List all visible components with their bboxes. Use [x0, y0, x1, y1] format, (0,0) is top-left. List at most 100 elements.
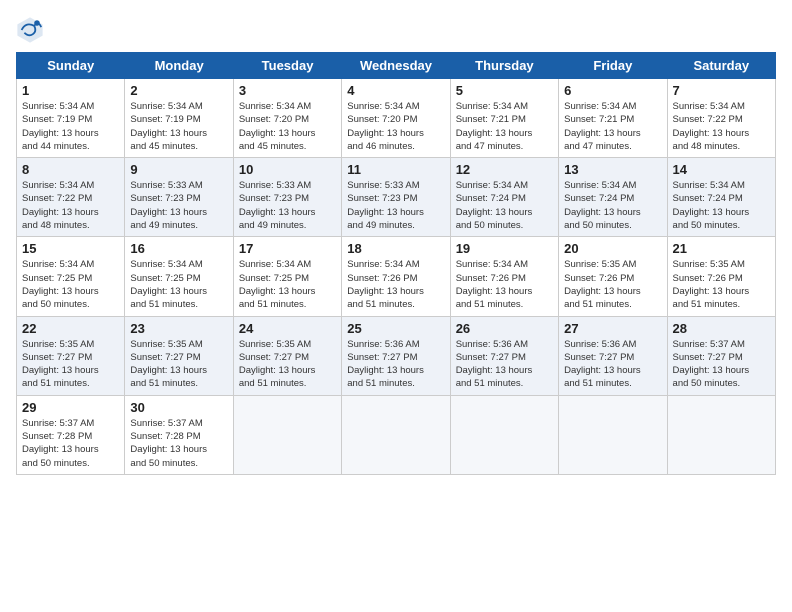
calendar-table: SundayMondayTuesdayWednesdayThursdayFrid… [16, 52, 776, 475]
calendar-day-cell: 8 Sunrise: 5:34 AM Sunset: 7:22 PM Daylig… [17, 158, 125, 237]
day-info: Sunrise: 5:34 AM Sunset: 7:21 PM Dayligh… [456, 100, 553, 153]
calendar-day-cell: 29Sunrise: 5:37 AM Sunset: 7:28 PM Dayli… [17, 395, 125, 474]
calendar-empty-cell [559, 395, 667, 474]
day-info: Sunrise: 5:35 AM Sunset: 7:26 PM Dayligh… [673, 258, 770, 311]
calendar-day-cell: 24 Sunrise: 5:35 AM Sunset: 7:27 PM Dayli… [233, 316, 341, 395]
weekday-header-tuesday: Tuesday [233, 53, 341, 79]
calendar-day-cell: 16 Sunrise: 5:34 AM Sunset: 7:25 PM Dayli… [125, 237, 233, 316]
page-header [16, 16, 776, 44]
calendar-body: 1 Sunrise: 5:34 AM Sunset: 7:19 PM Daylig… [17, 79, 776, 475]
day-info: Sunrise: 5:34 AM Sunset: 7:22 PM Dayligh… [22, 179, 119, 232]
calendar-week-row: 8 Sunrise: 5:34 AM Sunset: 7:22 PM Daylig… [17, 158, 776, 237]
day-info: Sunrise: 5:37 AM Sunset: 7:27 PM Dayligh… [673, 338, 770, 391]
calendar-day-cell: 3Sunrise: 5:34 AM Sunset: 7:20 PM Daylig… [233, 79, 341, 158]
calendar-week-row: 15 Sunrise: 5:34 AM Sunset: 7:25 PM Dayli… [17, 237, 776, 316]
day-number: 11 [347, 162, 444, 177]
day-info: Sunrise: 5:34 AM Sunset: 7:21 PM Dayligh… [564, 100, 661, 153]
day-number: 16 [130, 241, 227, 256]
calendar-day-cell: 1 Sunrise: 5:34 AM Sunset: 7:19 PM Daylig… [17, 79, 125, 158]
calendar-day-cell: 14 Sunrise: 5:34 AM Sunset: 7:24 PM Dayli… [667, 158, 775, 237]
day-number: 22 [22, 321, 119, 336]
calendar-day-cell: 18 Sunrise: 5:34 AM Sunset: 7:26 PM Dayli… [342, 237, 450, 316]
day-info: Sunrise: 5:35 AM Sunset: 7:26 PM Dayligh… [564, 258, 661, 311]
calendar-day-cell: 11 Sunrise: 5:33 AM Sunset: 7:23 PM Dayli… [342, 158, 450, 237]
day-info: Sunrise: 5:37 AM Sunset: 7:28 PM Dayligh… [130, 417, 227, 470]
day-number: 15 [22, 241, 119, 256]
calendar-day-cell: 2 Sunrise: 5:34 AM Sunset: 7:19 PM Daylig… [125, 79, 233, 158]
day-number: 19 [456, 241, 553, 256]
day-info: Sunrise: 5:33 AM Sunset: 7:23 PM Dayligh… [239, 179, 336, 232]
calendar-day-cell: 7 Sunrise: 5:34 AM Sunset: 7:22 PM Daylig… [667, 79, 775, 158]
day-number: 21 [673, 241, 770, 256]
weekday-header-friday: Friday [559, 53, 667, 79]
calendar-week-row: 22 Sunrise: 5:35 AM Sunset: 7:27 PM Dayli… [17, 316, 776, 395]
weekday-header-saturday: Saturday [667, 53, 775, 79]
calendar-empty-cell [233, 395, 341, 474]
day-number: 13 [564, 162, 661, 177]
calendar-week-row: 1 Sunrise: 5:34 AM Sunset: 7:19 PM Daylig… [17, 79, 776, 158]
day-number: 9 [130, 162, 227, 177]
day-info: Sunrise: 5:35 AM Sunset: 7:27 PM Dayligh… [239, 338, 336, 391]
calendar-day-cell: 22 Sunrise: 5:35 AM Sunset: 7:27 PM Dayli… [17, 316, 125, 395]
day-info: Sunrise: 5:34 AM Sunset: 7:19 PM Dayligh… [130, 100, 227, 153]
day-info: Sunrise: 5:34 AM Sunset: 7:22 PM Dayligh… [673, 100, 770, 153]
calendar-day-cell: 27 Sunrise: 5:36 AM Sunset: 7:27 PM Dayli… [559, 316, 667, 395]
day-info: Sunrise: 5:34 AM Sunset: 7:24 PM Dayligh… [564, 179, 661, 232]
weekday-header-sunday: Sunday [17, 53, 125, 79]
day-info: Sunrise: 5:35 AM Sunset: 7:27 PM Dayligh… [130, 338, 227, 391]
calendar-day-cell: 20 Sunrise: 5:35 AM Sunset: 7:26 PM Dayli… [559, 237, 667, 316]
calendar-empty-cell [342, 395, 450, 474]
day-info: Sunrise: 5:34 AM Sunset: 7:24 PM Dayligh… [456, 179, 553, 232]
calendar-day-cell: 10 Sunrise: 5:33 AM Sunset: 7:23 PM Dayli… [233, 158, 341, 237]
day-info: Sunrise: 5:34 AM Sunset: 7:20 PM Dayligh… [239, 100, 336, 153]
calendar-day-cell: 30 Sunrise: 5:37 AM Sunset: 7:28 PM Dayli… [125, 395, 233, 474]
day-info: Sunrise: 5:34 AM Sunset: 7:20 PM Dayligh… [347, 100, 444, 153]
day-number: 26 [456, 321, 553, 336]
day-number: 12 [456, 162, 553, 177]
day-info: Sunrise: 5:36 AM Sunset: 7:27 PM Dayligh… [347, 338, 444, 391]
day-number: 30 [130, 400, 227, 415]
day-info: Sunrise: 5:34 AM Sunset: 7:26 PM Dayligh… [456, 258, 553, 311]
calendar-day-cell: 13 Sunrise: 5:34 AM Sunset: 7:24 PM Dayli… [559, 158, 667, 237]
calendar-day-cell: 26 Sunrise: 5:36 AM Sunset: 7:27 PM Dayli… [450, 316, 558, 395]
calendar-day-cell: 17 Sunrise: 5:34 AM Sunset: 7:25 PM Dayli… [233, 237, 341, 316]
weekday-header-monday: Monday [125, 53, 233, 79]
day-number: 4 [347, 83, 444, 98]
day-number: 24 [239, 321, 336, 336]
day-info: Sunrise: 5:34 AM Sunset: 7:24 PM Dayligh… [673, 179, 770, 232]
day-number: 27 [564, 321, 661, 336]
day-number: 2 [130, 83, 227, 98]
day-number: 8 [22, 162, 119, 177]
day-info: Sunrise: 5:33 AM Sunset: 7:23 PM Dayligh… [347, 179, 444, 232]
calendar-day-cell: 21 Sunrise: 5:35 AM Sunset: 7:26 PM Dayli… [667, 237, 775, 316]
day-number: 14 [673, 162, 770, 177]
day-number: 17 [239, 241, 336, 256]
day-number: 18 [347, 241, 444, 256]
calendar-day-cell: 15Sunrise: 5:34 AM Sunset: 7:25 PM Dayli… [17, 237, 125, 316]
day-info: Sunrise: 5:34 AM Sunset: 7:26 PM Dayligh… [347, 258, 444, 311]
day-number: 7 [673, 83, 770, 98]
calendar-day-cell: 9Sunrise: 5:33 AM Sunset: 7:23 PM Daylig… [125, 158, 233, 237]
calendar-empty-cell [667, 395, 775, 474]
calendar-day-cell: 12 Sunrise: 5:34 AM Sunset: 7:24 PM Dayli… [450, 158, 558, 237]
day-number: 10 [239, 162, 336, 177]
day-number: 1 [22, 83, 119, 98]
day-info: Sunrise: 5:34 AM Sunset: 7:25 PM Dayligh… [130, 258, 227, 311]
day-number: 20 [564, 241, 661, 256]
logo [16, 16, 46, 44]
day-info: Sunrise: 5:37 AM Sunset: 7:28 PM Dayligh… [22, 417, 119, 470]
day-info: Sunrise: 5:34 AM Sunset: 7:19 PM Dayligh… [22, 100, 119, 153]
weekday-header-thursday: Thursday [450, 53, 558, 79]
calendar-day-cell: 28 Sunrise: 5:37 AM Sunset: 7:27 PM Dayli… [667, 316, 775, 395]
day-number: 25 [347, 321, 444, 336]
day-number: 6 [564, 83, 661, 98]
day-number: 5 [456, 83, 553, 98]
day-number: 28 [673, 321, 770, 336]
day-info: Sunrise: 5:36 AM Sunset: 7:27 PM Dayligh… [456, 338, 553, 391]
day-info: Sunrise: 5:36 AM Sunset: 7:27 PM Dayligh… [564, 338, 661, 391]
calendar-day-cell: 23Sunrise: 5:35 AM Sunset: 7:27 PM Dayli… [125, 316, 233, 395]
calendar-week-row: 29Sunrise: 5:37 AM Sunset: 7:28 PM Dayli… [17, 395, 776, 474]
day-info: Sunrise: 5:34 AM Sunset: 7:25 PM Dayligh… [239, 258, 336, 311]
calendar-day-cell: 25 Sunrise: 5:36 AM Sunset: 7:27 PM Dayli… [342, 316, 450, 395]
day-info: Sunrise: 5:35 AM Sunset: 7:27 PM Dayligh… [22, 338, 119, 391]
